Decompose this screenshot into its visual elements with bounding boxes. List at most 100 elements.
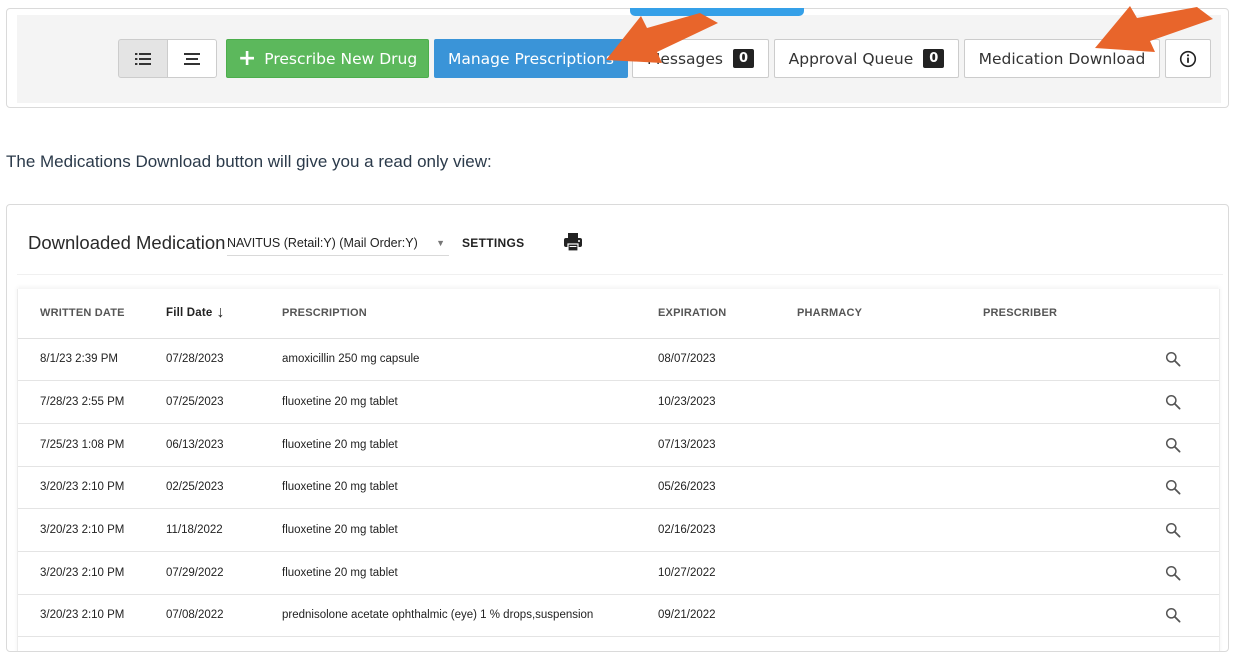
header-expiration[interactable]: EXPIRATION — [636, 289, 775, 339]
plus-icon: + — [237, 45, 257, 71]
cell-prescriber — [961, 338, 1111, 382]
cell-fill-date: 07/29/2022 — [144, 551, 260, 595]
row-details-cell — [1111, 466, 1219, 510]
table-row[interactable]: 8/1/23 2:39 PM 07/28/2023 amoxicillin 250 … — [18, 338, 1219, 382]
table-row[interactable]: 7/25/23 1:08 PM 06/13/2023 fluoxetine 20 m… — [18, 423, 1219, 467]
cell-prescription: fluoxetine 20 mg tablet — [260, 423, 636, 467]
row-details-cell — [1111, 508, 1219, 552]
cell-pharmacy — [775, 508, 961, 552]
header-prescription[interactable]: PRESCRIPTION — [260, 289, 636, 339]
approval-label: Approval Queue — [788, 49, 914, 68]
cell-pharmacy — [775, 423, 961, 467]
messages-label: Messages — [646, 49, 723, 68]
pbm-plan-value: NAVITUS (Retail:Y) (Mail Order:Y) — [227, 235, 418, 250]
cell-expiration: 09/21/2022 — [636, 594, 775, 638]
cell-prescriber — [961, 423, 1111, 467]
cell-expiration: 08/07/2023 — [636, 338, 775, 382]
cell-fill-date: 07/28/2023 — [144, 338, 260, 382]
cell-prescription: prednisolone acetate ophthalmic (eye) 1 … — [260, 594, 636, 638]
header-pharmacy[interactable]: PHARMACY — [775, 289, 961, 339]
cell-written-date: 7/25/23 1:08 PM — [18, 423, 144, 467]
manage-prescriptions-button[interactable]: Manage Prescriptions — [434, 39, 628, 78]
cell-fill-date: 07/25/2023 — [144, 380, 260, 424]
approval-queue-button[interactable]: Approval Queue 0 — [774, 39, 959, 78]
list-view-icon — [135, 52, 151, 65]
table-header-row: WRITTEN DATE Fill Date ↓ PRESCRIPTION EXP… — [18, 289, 1219, 339]
messages-count-badge: 0 — [732, 49, 755, 68]
sort-desc-icon: ↓ — [216, 304, 225, 322]
list-view-button[interactable] — [118, 39, 168, 78]
card-header: Downloaded Medication NAVITUS (Retail:Y)… — [17, 219, 1223, 275]
cell-prescriber — [961, 508, 1111, 552]
search-icon[interactable] — [1165, 565, 1181, 581]
cell-expiration: 02/16/2023 — [636, 508, 775, 552]
cell-written-date: 8/1/23 2:39 PM — [18, 338, 144, 382]
messages-button[interactable]: Messages 0 — [632, 39, 769, 78]
cell-prescription: amoxicillin 250 mg capsule — [260, 338, 636, 382]
cell-prescription: fluoxetine 20 mg tablet — [260, 551, 636, 595]
search-icon[interactable] — [1165, 437, 1181, 453]
header-prescriber[interactable]: PRESCRIBER — [961, 289, 1111, 339]
approval-count-badge: 0 — [923, 49, 945, 68]
cell-expiration: 10/27/2022 — [636, 551, 775, 595]
medication-download-button[interactable]: Medication Download — [964, 39, 1160, 78]
info-icon — [1179, 50, 1197, 67]
cell-prescriber — [961, 551, 1111, 595]
intro-text: The Medications Download button will giv… — [6, 152, 492, 171]
search-icon[interactable] — [1165, 522, 1181, 538]
prescribe-new-drug-button[interactable]: + Prescribe New Drug — [226, 39, 429, 78]
print-icon[interactable] — [563, 232, 583, 252]
settings-button[interactable]: SETTINGS — [462, 236, 524, 250]
cell-expiration: 10/23/2023 — [636, 380, 775, 424]
cell-prescription: fluoxetine 20 mg tablet — [260, 466, 636, 510]
table-row[interactable]: 3/20/23 2:10 PM 11/18/2022 fluoxetine 20 m… — [18, 508, 1219, 552]
cell-pharmacy — [775, 380, 961, 424]
cell-pharmacy — [775, 594, 961, 638]
header-actions — [1111, 289, 1219, 339]
row-details-cell — [1111, 423, 1219, 467]
cell-fill-date: 02/25/2023 — [144, 466, 260, 510]
row-details-cell — [1111, 338, 1219, 382]
row-details-cell — [1111, 380, 1219, 424]
pbm-plan-select[interactable]: NAVITUS (Retail:Y) (Mail Order:Y) ▼ — [227, 230, 449, 256]
cell-written-date: 3/20/23 2:10 PM — [18, 508, 144, 552]
cell-prescriber — [961, 466, 1111, 510]
card-title: Downloaded Medication — [28, 232, 226, 253]
compact-view-button[interactable] — [167, 39, 217, 78]
search-icon[interactable] — [1165, 394, 1181, 410]
row-details-cell — [1111, 594, 1219, 638]
header-written-date[interactable]: WRITTEN DATE — [18, 289, 144, 339]
compact-list-icon — [184, 52, 200, 65]
medication-table-container: WRITTEN DATE Fill Date ↓ PRESCRIPTION EXP… — [17, 289, 1220, 651]
cell-pharmacy — [775, 338, 961, 382]
search-icon[interactable] — [1165, 351, 1181, 367]
cell-prescription: fluoxetine 20 mg tablet — [260, 380, 636, 424]
table-row[interactable]: 3/20/23 2:10 PM 07/08/2022 prednisolone ac… — [18, 594, 1219, 638]
cell-written-date: 3/20/23 2:10 PM — [18, 551, 144, 595]
cell-prescription: fluoxetine 20 mg tablet — [260, 508, 636, 552]
downloaded-medication-card: Downloaded Medication NAVITUS (Retail:Y)… — [6, 204, 1229, 652]
cell-expiration: 05/26/2023 — [636, 466, 775, 510]
prescribe-label: Prescribe New Drug — [264, 49, 418, 68]
cell-written-date: 3/20/23 2:10 PM — [18, 466, 144, 510]
cell-prescriber — [961, 380, 1111, 424]
row-details-cell — [1111, 551, 1219, 595]
cell-fill-date: 11/18/2022 — [144, 508, 260, 552]
info-button[interactable] — [1165, 39, 1211, 78]
search-icon[interactable] — [1165, 479, 1181, 495]
header-fill-date[interactable]: Fill Date ↓ — [144, 289, 260, 339]
active-tab-indicator — [630, 8, 804, 16]
table-row[interactable]: 3/20/23 2:10 PM 07/29/2022 fluoxetine 20 m… — [18, 551, 1219, 595]
manage-label: Manage Prescriptions — [447, 49, 615, 68]
cell-pharmacy — [775, 551, 961, 595]
cell-pharmacy — [775, 466, 961, 510]
search-icon[interactable] — [1165, 607, 1181, 623]
table-row[interactable]: 3/20/23 2:10 PM 02/25/2023 fluoxetine 20 m… — [18, 466, 1219, 510]
table-row[interactable]: 7/28/23 2:55 PM 07/25/2023 fluoxetine 20 m… — [18, 380, 1219, 424]
cell-prescriber — [961, 594, 1111, 638]
fill-date-label: Fill Date — [166, 307, 213, 320]
cell-expiration: 07/13/2023 — [636, 423, 775, 467]
caret-down-icon: ▼ — [436, 237, 445, 248]
medication-download-label: Medication Download — [978, 49, 1146, 68]
medication-table: WRITTEN DATE Fill Date ↓ PRESCRIPTION EXP… — [18, 289, 1219, 638]
